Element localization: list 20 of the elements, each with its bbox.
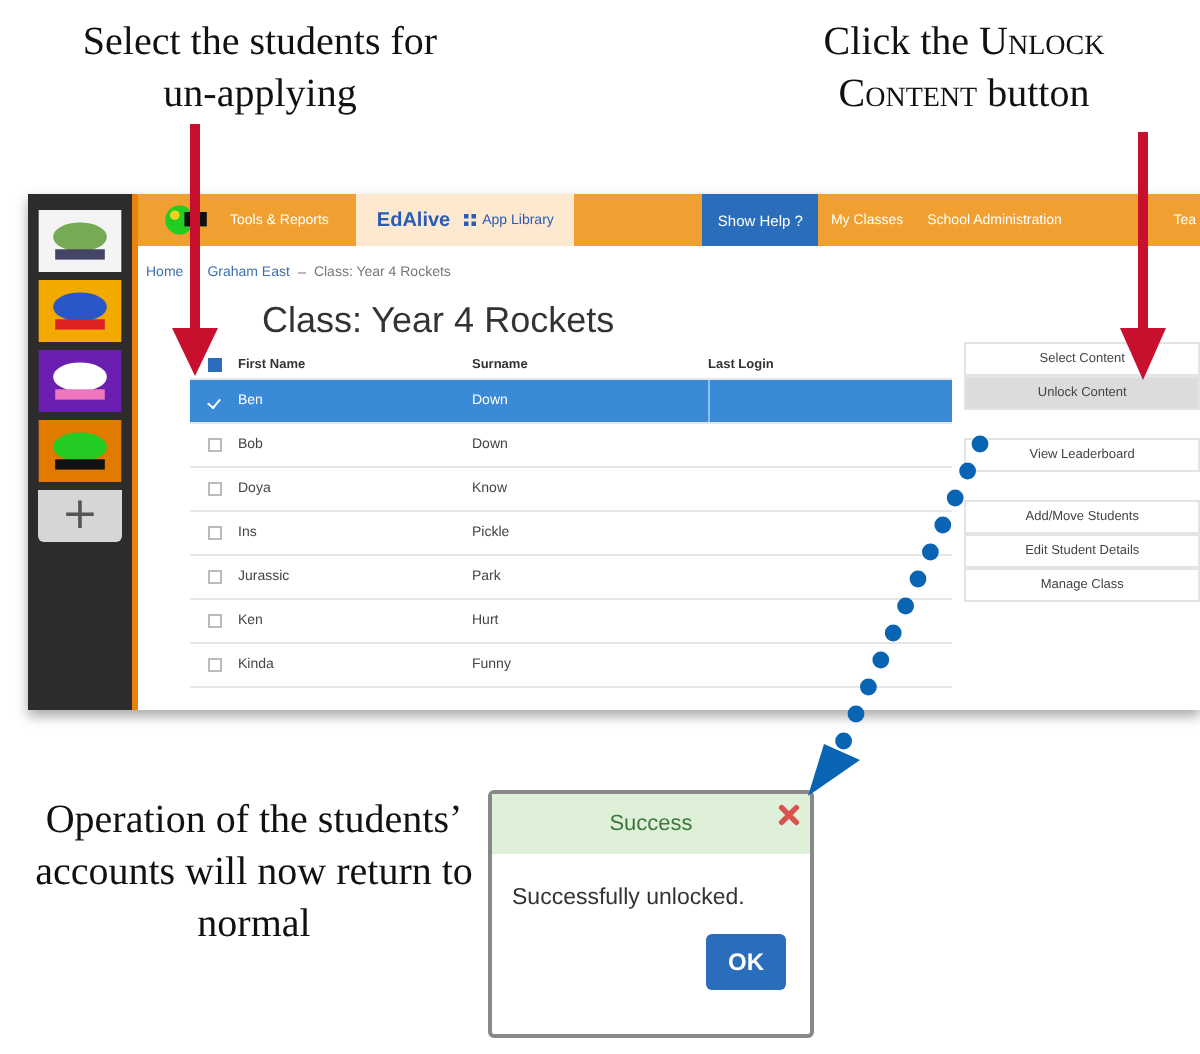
checkbox[interactable] (207, 526, 221, 540)
app-logo-icon[interactable] (38, 420, 122, 482)
instruction-caption: Click the Unlock Content button (821, 18, 1107, 120)
ok-button[interactable]: OK (706, 934, 786, 990)
checkbox[interactable] (207, 438, 221, 452)
checkbox[interactable] (207, 614, 221, 628)
checkbox[interactable] (207, 658, 221, 672)
checkbox[interactable] (207, 357, 221, 371)
grid-icon (464, 214, 477, 226)
checkbox[interactable] (207, 570, 221, 584)
page-title: Class: Year 4 Rockets (262, 298, 617, 342)
app-logo-icon[interactable] (38, 210, 122, 272)
checkbox[interactable] (207, 482, 221, 496)
instruction-caption: Select the students for un-applying (80, 18, 440, 120)
add-tab[interactable]: + (38, 490, 122, 542)
dialog-message: Successfully unlocked. (512, 886, 747, 910)
instruction-caption: Operation of the students’ accounts will now return to normal (33, 796, 475, 950)
dialog-title: Success (609, 812, 693, 836)
close-icon[interactable] (778, 804, 800, 826)
app-logo-icon[interactable] (38, 350, 122, 412)
